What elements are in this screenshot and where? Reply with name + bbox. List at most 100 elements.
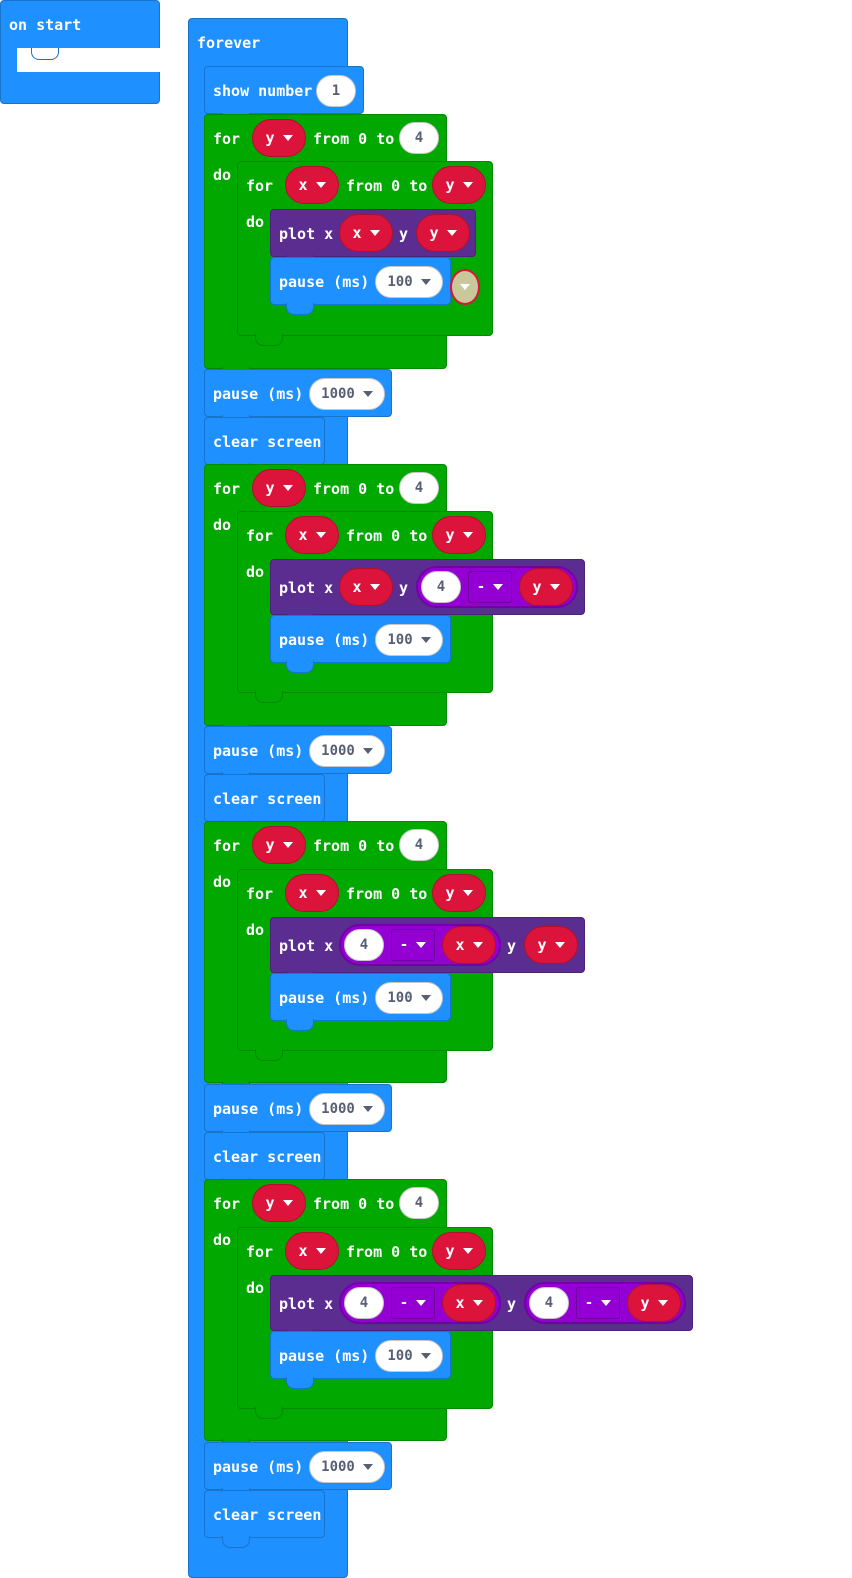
loop-variable-y[interactable]: y [252, 826, 306, 864]
do-keyword: do [213, 873, 232, 891]
pause-block[interactable]: pause (ms) 100 [270, 615, 451, 663]
loop-limit-value[interactable]: 4 [399, 829, 439, 861]
do-keyword: do [246, 1279, 265, 1297]
loop-end-notch [255, 1407, 283, 1419]
loop-variable-y[interactable]: y [252, 119, 306, 157]
dropdown-arrow-icon [420, 279, 431, 285]
dropdown-arrow-icon [460, 284, 470, 290]
operator-dropdown[interactable]: - [391, 1287, 435, 1319]
operand-variable-y[interactable]: y [519, 568, 573, 606]
loop-limit-value[interactable]: 4 [399, 122, 439, 154]
for-keyword: for [246, 177, 274, 195]
plot-y-label: y [507, 937, 517, 955]
pause-value[interactable]: 1000 [309, 735, 385, 767]
minus-expression[interactable]: 4 - x [339, 924, 501, 966]
on-start-slot-notch [31, 48, 59, 60]
loop-variable-x[interactable]: x [285, 1232, 339, 1270]
pause-block[interactable]: pause (ms) 1000 [204, 1442, 392, 1490]
clear-screen-block[interactable]: clear screen [204, 1490, 325, 1538]
loop-limit-value[interactable]: 4 [399, 472, 439, 504]
operator-dropdown[interactable]: - [468, 571, 512, 603]
do-keyword: do [213, 516, 232, 534]
clear-screen-block[interactable]: clear screen [204, 774, 325, 822]
dropdown-arrow-icon [462, 890, 473, 896]
loop-variable-x[interactable]: x [285, 516, 339, 554]
from-0-to-label: from 0 to [346, 177, 428, 195]
plot-y-variable[interactable]: y [416, 214, 470, 252]
from-0-to-label: from 0 to [346, 885, 428, 903]
dropdown-arrow-icon [282, 1200, 293, 1206]
minus-expression[interactable]: 4 - y [524, 1282, 686, 1324]
operand-variable-x[interactable]: x [442, 926, 496, 964]
clear-screen-notch [222, 1536, 250, 1548]
plot-block[interactable]: plot x 4 - x y 4 - y [270, 1275, 693, 1331]
show-number-block[interactable]: show number 1 [204, 66, 364, 114]
forever-label: forever [197, 34, 261, 52]
pause-label: pause (ms) [279, 1347, 370, 1365]
pause-value[interactable]: 1000 [309, 1451, 385, 1483]
loop-variable-y[interactable]: y [252, 1184, 306, 1222]
dropdown-arrow-icon [362, 391, 373, 397]
show-number-value[interactable]: 1 [316, 75, 356, 107]
pause-block[interactable]: pause (ms) 100 [270, 973, 451, 1021]
limit-variable-y[interactable]: y [432, 874, 486, 912]
on-start-block[interactable]: on start [0, 0, 161, 104]
pause-block[interactable]: pause (ms) 1000 [204, 726, 392, 774]
dropdown-arrow-icon [657, 1300, 668, 1306]
minus-expression[interactable]: 4 - y [416, 566, 578, 608]
on-start-label: on start [9, 16, 82, 34]
loop-variable-x[interactable]: x [285, 874, 339, 912]
dropdown-arrow-icon [362, 1106, 373, 1112]
pause-notch [286, 1377, 314, 1389]
operand-value[interactable]: 4 [529, 1287, 569, 1319]
operand-value[interactable]: 4 [421, 571, 461, 603]
plot-block[interactable]: plot x x y y [270, 209, 476, 257]
limit-variable-y[interactable]: y [432, 166, 486, 204]
plot-block[interactable]: plot x 4 - x y y [270, 917, 585, 973]
from-0-to-label: from 0 to [313, 837, 395, 855]
dropdown-arrow-icon [462, 1248, 473, 1254]
pause-value[interactable]: 100 [375, 982, 443, 1014]
dropdown-arrow-icon [362, 748, 373, 754]
limit-variable-y[interactable]: y [432, 1232, 486, 1270]
operand-variable-x[interactable]: x [442, 1284, 496, 1322]
dropdown-arrow-icon [472, 1300, 483, 1306]
plot-x-variable[interactable]: x [339, 214, 393, 252]
pause-notch [286, 661, 314, 673]
clear-screen-block[interactable]: clear screen [204, 1132, 325, 1180]
limit-variable-y[interactable]: y [432, 516, 486, 554]
operand-variable-y[interactable]: y [627, 1284, 681, 1322]
pause-block[interactable]: pause (ms) 100 [270, 1331, 451, 1379]
plot-x-label: plot x [279, 1295, 334, 1313]
pause-block[interactable]: pause (ms) 1000 [204, 1084, 392, 1132]
pause-value[interactable]: 100 [375, 624, 443, 656]
plot-y-variable[interactable]: y [524, 926, 578, 964]
for-keyword: for [246, 885, 274, 903]
operator-dropdown[interactable]: - [391, 929, 435, 961]
dropdown-arrow-icon [601, 1300, 612, 1306]
dropdown-arrow-icon [420, 637, 431, 643]
pause-label: pause (ms) [279, 631, 370, 649]
pause-value[interactable]: 100 [375, 1340, 443, 1372]
pause-value[interactable]: 100 [375, 266, 443, 298]
pause-block[interactable]: pause (ms) 1000 [204, 369, 392, 417]
plot-block[interactable]: plot x x y 4 - y [270, 559, 585, 615]
operand-value[interactable]: 4 [344, 1287, 384, 1319]
clear-screen-block[interactable]: clear screen [204, 417, 325, 465]
plot-x-variable[interactable]: x [339, 568, 393, 606]
for-keyword: for [213, 480, 241, 498]
pause-value[interactable]: 1000 [309, 1093, 385, 1125]
dropdown-arrow-icon [493, 584, 504, 590]
operator-dropdown[interactable]: - [576, 1287, 620, 1319]
code-workspace[interactable]: on start forever show number 1 for do y … [0, 0, 852, 1578]
loop-variable-y[interactable]: y [252, 469, 306, 507]
operand-value[interactable]: 4 [344, 929, 384, 961]
show-number-label: show number [213, 82, 313, 100]
dropdown-arrow-icon [369, 230, 380, 236]
clear-screen-label: clear screen [213, 1148, 322, 1166]
pause-value[interactable]: 1000 [309, 378, 385, 410]
pause-block[interactable]: pause (ms) 100 [270, 257, 451, 305]
minus-expression[interactable]: 4 - x [339, 1282, 501, 1324]
loop-variable-x[interactable]: x [285, 166, 339, 204]
loop-limit-value[interactable]: 4 [399, 1187, 439, 1219]
